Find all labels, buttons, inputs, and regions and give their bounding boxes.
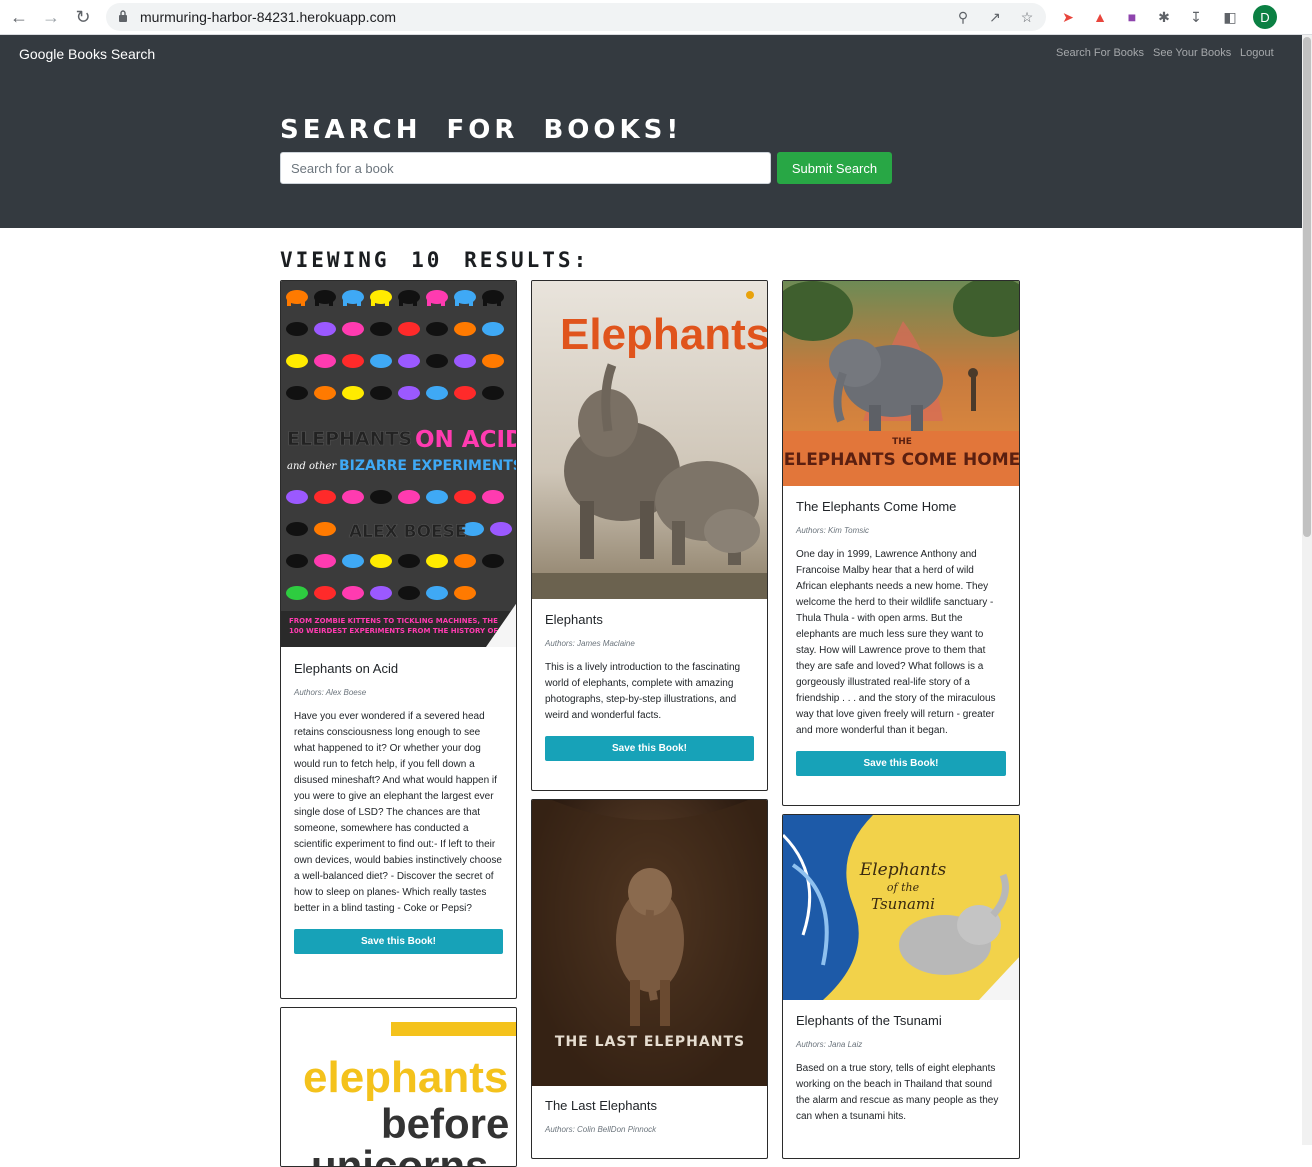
book-cover-image: Elephants <box>532 281 767 599</box>
svg-text:ELEPHANTS: ELEPHANTS <box>287 428 412 450</box>
share-icon[interactable]: ↗ <box>986 8 1004 26</box>
cover-title-text: THE LAST ELEPHANTS <box>555 1034 745 1050</box>
nav-logout[interactable]: Logout <box>1240 47 1274 59</box>
cover-of-the-text: of the <box>887 881 920 894</box>
submit-search-button[interactable]: Submit Search <box>777 152 892 184</box>
book-authors: Authors: Alex Boese <box>294 688 367 697</box>
nav-search-books[interactable]: Search For Books <box>1056 47 1144 59</box>
book-cover-image: THE ELEPHANTS COME HOME <box>783 281 1019 486</box>
page-title: SEARCH FOR BOOKS! <box>280 115 683 145</box>
cover-title-text: elephants <box>303 1053 508 1102</box>
back-icon[interactable]: ← <box>6 4 32 30</box>
book-card: elephants before unicorns <box>280 1007 517 1167</box>
svg-text:and other: and other <box>287 461 337 472</box>
scrollbar-thumb[interactable] <box>1303 37 1311 537</box>
book-card: Elephants Elephants Authors: James Macla… <box>531 280 768 791</box>
svg-text:ON ACID: ON ACID <box>415 427 516 453</box>
book-title: Elephants <box>545 612 603 627</box>
browser-toolbar: ← → ↻ murmuring-harbor-84231.herokuapp.c… <box>0 0 1312 35</box>
book-description: This is a lively introduction to the fas… <box>545 662 741 721</box>
search-input[interactable] <box>280 152 771 184</box>
book-cover-image: THE LAST ELEPHANTS <box>532 800 767 1086</box>
nav-see-your-books[interactable]: See Your Books <box>1153 47 1231 59</box>
extension-icon[interactable]: ➤ <box>1058 7 1078 27</box>
brand-link[interactable]: Google Books Search <box>19 46 155 62</box>
book-card: THE ELEPHANTS COME HOME The Elephants Co… <box>782 280 1020 806</box>
svg-text:BIZARRE EXPERIMENTS: BIZARRE EXPERIMENTS <box>339 458 516 474</box>
cover-title-text: ELEPHANTS COME HOME <box>784 450 1019 470</box>
results-heading: VIEWING 10 RESULTS: <box>280 248 590 272</box>
hero-section: Google Books Search Search For Books See… <box>0 35 1302 228</box>
side-panel-icon[interactable]: ◧ <box>1220 7 1240 27</box>
book-title: The Last Elephants <box>545 1098 658 1113</box>
book-card: Elephants of the Tsunami Elephants of th… <box>782 814 1020 1159</box>
book-authors: Authors: Colin BellDon Pinnock <box>545 1125 657 1134</box>
zoom-icon[interactable]: ⚲ <box>954 8 972 26</box>
save-book-button[interactable]: Save this Book! <box>294 929 503 954</box>
cover-unicorns-text: unicorns <box>311 1142 488 1167</box>
book-card: ELEPHANTS ON ACID and other BIZARRE EXPE… <box>280 280 517 999</box>
puzzle-icon[interactable]: ✱ <box>1154 7 1174 27</box>
book-title: The Elephants Come Home <box>796 499 957 514</box>
profile-avatar[interactable]: D <box>1253 5 1277 29</box>
book-authors: Authors: James Maclaine <box>545 639 635 648</box>
book-title: Elephants on Acid <box>294 661 399 676</box>
book-description: One day in 1999, Lawrence Anthony and Fr… <box>796 549 996 736</box>
book-card: THE LAST ELEPHANTS The Last Elephants Au… <box>531 799 768 1159</box>
reload-icon[interactable]: ↻ <box>70 4 96 30</box>
cover-the-text: THE <box>892 437 912 447</box>
book-cover-image: elephants before unicorns <box>281 1008 516 1167</box>
extension-icon[interactable]: ■ <box>1122 7 1142 27</box>
book-description: Have you ever wondered if a severed head… <box>294 711 502 914</box>
book-description: Based on a true story, tells of eight el… <box>796 1063 999 1122</box>
svg-text:ALEX BOESE: ALEX BOESE <box>349 522 467 542</box>
svg-text:FROM ZOMBIE KITTENS TO TICKLIN: FROM ZOMBIE KITTENS TO TICKLING MACHINES… <box>289 617 498 625</box>
lock-icon <box>119 10 127 22</box>
forward-icon[interactable]: → <box>38 4 64 30</box>
book-authors: Authors: Jana Laiz <box>796 1040 863 1049</box>
cover-before-text: before <box>381 1100 509 1147</box>
cover-title-text: Elephants <box>859 860 947 880</box>
save-book-button[interactable]: Save this Book! <box>545 736 754 761</box>
save-book-button[interactable]: Save this Book! <box>796 751 1006 776</box>
cover-title-text: Elephants <box>560 310 767 359</box>
extension-icon[interactable]: ▲ <box>1090 7 1110 27</box>
svg-text:100 WEIRDEST EXPERIMENTS FROM: 100 WEIRDEST EXPERIMENTS FROM THE HISTOR… <box>289 627 498 635</box>
bookmark-star-icon[interactable]: ☆ <box>1018 8 1036 26</box>
book-authors: Authors: Kim Tomsic <box>796 526 870 535</box>
book-cover-image: Elephants of the Tsunami <box>783 815 1019 1000</box>
address-bar[interactable]: murmuring-harbor-84231.herokuapp.com ⚲ ↗… <box>106 3 1046 31</box>
url-text: murmuring-harbor-84231.herokuapp.com <box>140 9 397 25</box>
book-title: Elephants of the Tsunami <box>796 1013 942 1028</box>
book-cover-image: ELEPHANTS ON ACID and other BIZARRE EXPE… <box>281 281 516 647</box>
download-icon[interactable]: ↧ <box>1186 7 1206 27</box>
cover-tsunami-text: Tsunami <box>871 895 935 913</box>
